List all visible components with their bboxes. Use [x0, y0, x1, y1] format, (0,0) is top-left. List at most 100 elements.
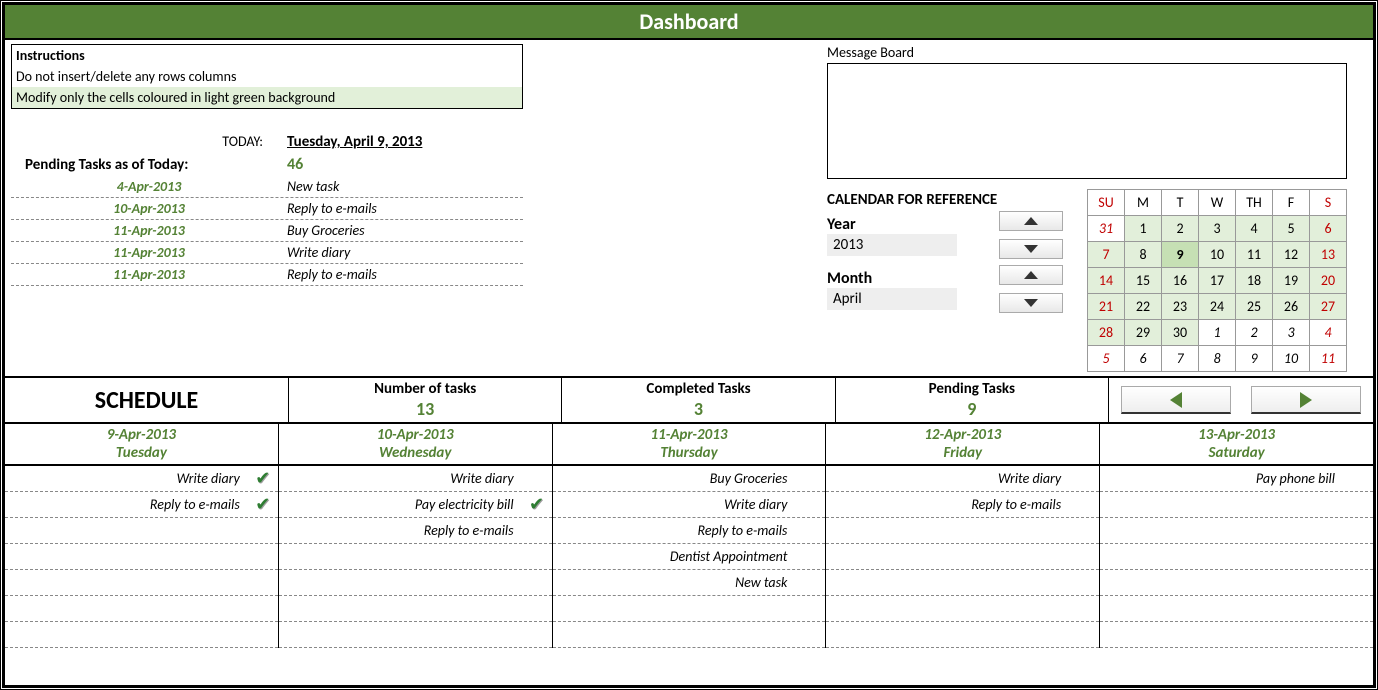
- schedule-task-cell[interactable]: New task: [553, 570, 826, 596]
- schedule-task-cell[interactable]: [279, 622, 552, 648]
- mini-cal-day[interactable]: 20: [1310, 268, 1347, 294]
- mini-cal-day[interactable]: 4: [1236, 216, 1273, 242]
- mini-cal-day[interactable]: 5: [1088, 346, 1125, 372]
- mini-cal-day[interactable]: 11: [1236, 242, 1273, 268]
- mini-cal-day[interactable]: 21: [1088, 294, 1125, 320]
- pending-list-row: 11-Apr-2013Buy Groceries: [11, 220, 523, 242]
- mini-cal-day[interactable]: 9: [1162, 242, 1199, 268]
- schedule-task-cell[interactable]: Write diary: [826, 466, 1099, 492]
- schedule-task-cell[interactable]: [553, 622, 826, 648]
- month-value[interactable]: April: [827, 288, 957, 310]
- mini-cal-day[interactable]: 28: [1088, 320, 1125, 346]
- mini-cal-day[interactable]: 26: [1273, 294, 1310, 320]
- schedule-task-cell[interactable]: [1100, 492, 1373, 518]
- schedule-task-cell[interactable]: Write diary: [279, 466, 552, 492]
- schedule-task-cell[interactable]: [5, 622, 278, 648]
- mini-cal-day[interactable]: 31: [1088, 216, 1125, 242]
- schedule-task-cell[interactable]: [826, 596, 1099, 622]
- schedule-task-cell[interactable]: [5, 544, 278, 570]
- schedule-task-cell[interactable]: Write diary✔: [5, 466, 278, 492]
- mini-cal-day[interactable]: 15: [1125, 268, 1162, 294]
- schedule-task-cell[interactable]: [553, 596, 826, 622]
- schedule-task-cell[interactable]: Reply to e-mails: [553, 518, 826, 544]
- mini-cal-day[interactable]: 8: [1125, 242, 1162, 268]
- mini-cal-day[interactable]: 4: [1310, 320, 1347, 346]
- schedule-task-cell[interactable]: [1100, 596, 1373, 622]
- mini-cal-day[interactable]: 17: [1199, 268, 1236, 294]
- mini-cal-day[interactable]: 3: [1199, 216, 1236, 242]
- month-up-button[interactable]: [999, 265, 1063, 285]
- mini-cal-day[interactable]: 8: [1199, 346, 1236, 372]
- mini-cal-day[interactable]: 7: [1088, 242, 1125, 268]
- mini-cal-day[interactable]: 6: [1125, 346, 1162, 372]
- schedule-task-cell[interactable]: Reply to e-mails✔: [5, 492, 278, 518]
- pending-date: 11-Apr-2013: [11, 266, 287, 283]
- mini-calendar: SUMTWTHFS3112345678910111213141516171819…: [1087, 189, 1347, 372]
- mini-cal-day[interactable]: 30: [1162, 320, 1199, 346]
- month-down-button[interactable]: [999, 293, 1063, 313]
- mini-cal-day[interactable]: 16: [1162, 268, 1199, 294]
- mini-cal-day[interactable]: 13: [1310, 242, 1347, 268]
- schedule-task-cell[interactable]: [279, 570, 552, 596]
- schedule-task-cell[interactable]: Buy Groceries: [553, 466, 826, 492]
- schedule-task-cell[interactable]: [1100, 518, 1373, 544]
- mini-cal-day[interactable]: 1: [1199, 320, 1236, 346]
- schedule-task-cell[interactable]: [279, 544, 552, 570]
- year-label: Year: [827, 211, 999, 234]
- mini-cal-day[interactable]: 18: [1236, 268, 1273, 294]
- mini-cal-day[interactable]: 7: [1162, 346, 1199, 372]
- mini-cal-header: T: [1162, 190, 1199, 216]
- schedule-prev-button[interactable]: [1121, 386, 1231, 414]
- message-board-box[interactable]: [827, 63, 1347, 179]
- mini-cal-day[interactable]: 12: [1273, 242, 1310, 268]
- schedule-task-cell[interactable]: [826, 622, 1099, 648]
- schedule-task-cell[interactable]: [5, 596, 278, 622]
- mini-cal-day[interactable]: 27: [1310, 294, 1347, 320]
- schedule-task-cell[interactable]: Dentist Appointment: [553, 544, 826, 570]
- schedule-task-cell[interactable]: Pay phone bill: [1100, 466, 1373, 492]
- schedule-task-text: Reply to e-mails: [279, 522, 522, 539]
- year-down-button[interactable]: [999, 239, 1063, 259]
- schedule-task-cell[interactable]: Write diary: [553, 492, 826, 518]
- mini-cal-day[interactable]: 2: [1236, 320, 1273, 346]
- mini-cal-day[interactable]: 5: [1273, 216, 1310, 242]
- mini-cal-day[interactable]: 24: [1199, 294, 1236, 320]
- schedule-task-check[interactable]: ✔: [248, 495, 278, 514]
- today-value: Tuesday, April 9, 2013: [287, 133, 422, 151]
- schedule-task-cell[interactable]: Reply to e-mails: [279, 518, 552, 544]
- schedule-task-cell[interactable]: [826, 544, 1099, 570]
- schedule-task-cell[interactable]: Pay electricity bill✔: [279, 492, 552, 518]
- pending-task-list: 4-Apr-2013New task10-Apr-2013Reply to e-…: [11, 176, 523, 286]
- year-up-button[interactable]: [999, 211, 1063, 231]
- mini-cal-day[interactable]: 11: [1310, 346, 1347, 372]
- completed-value: 3: [562, 398, 834, 420]
- mini-cal-day[interactable]: 9: [1236, 346, 1273, 372]
- mini-cal-day[interactable]: 25: [1236, 294, 1273, 320]
- schedule-task-cell[interactable]: [5, 570, 278, 596]
- mini-cal-day[interactable]: 29: [1125, 320, 1162, 346]
- mini-cal-day[interactable]: 10: [1273, 346, 1310, 372]
- schedule-task-cell[interactable]: [5, 518, 278, 544]
- schedule-task-cell[interactable]: [826, 570, 1099, 596]
- schedule-task-cell[interactable]: [279, 596, 552, 622]
- schedule-task-cell[interactable]: Reply to e-mails: [826, 492, 1099, 518]
- mini-cal-day[interactable]: 10: [1199, 242, 1236, 268]
- schedule-task-cell[interactable]: [1100, 544, 1373, 570]
- schedule-task-cell[interactable]: [1100, 622, 1373, 648]
- schedule-next-button[interactable]: [1251, 386, 1361, 414]
- mini-cal-day[interactable]: 1: [1125, 216, 1162, 242]
- arrow-left-icon: [1170, 392, 1182, 408]
- mini-cal-day[interactable]: 6: [1310, 216, 1347, 242]
- year-value[interactable]: 2013: [827, 234, 957, 256]
- mini-cal-day[interactable]: 14: [1088, 268, 1125, 294]
- schedule-task-cell[interactable]: [1100, 570, 1373, 596]
- schedule-task-check[interactable]: ✔: [522, 495, 552, 514]
- schedule-task-check[interactable]: ✔: [248, 469, 278, 488]
- calendar-ref-title: CALENDAR FOR REFERENCE: [827, 189, 1087, 211]
- mini-cal-day[interactable]: 22: [1125, 294, 1162, 320]
- mini-cal-day[interactable]: 23: [1162, 294, 1199, 320]
- mini-cal-day[interactable]: 3: [1273, 320, 1310, 346]
- schedule-task-cell[interactable]: [826, 518, 1099, 544]
- mini-cal-day[interactable]: 19: [1273, 268, 1310, 294]
- mini-cal-day[interactable]: 2: [1162, 216, 1199, 242]
